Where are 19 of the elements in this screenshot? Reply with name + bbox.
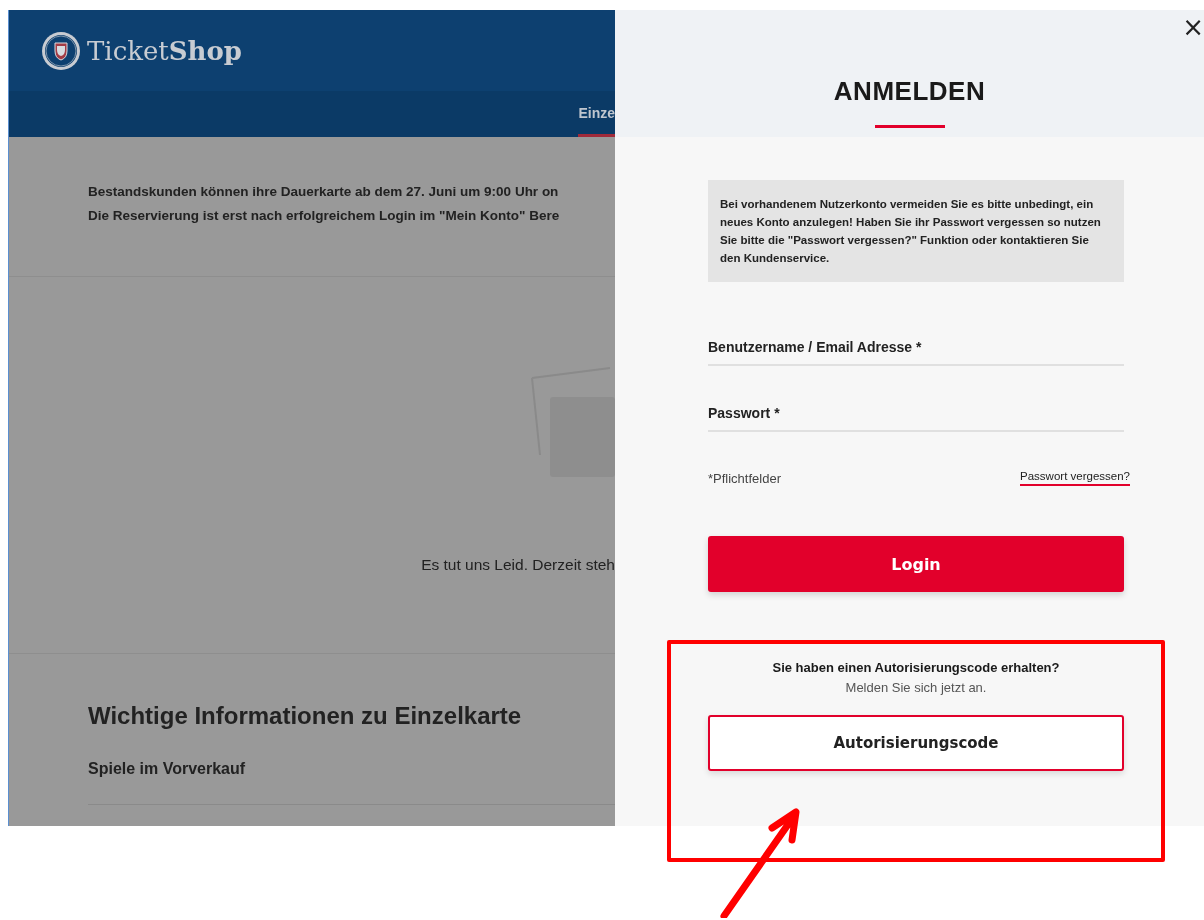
forgot-password-link[interactable]: Passwort vergessen? <box>1020 470 1130 486</box>
auth-code-button[interactable]: Autorisierungscode <box>708 715 1124 771</box>
input-field[interactable]: Benutzername / Email Adresse * <box>708 330 1124 366</box>
account-hint: Bei vorhandenem Nutzerkonto vermeiden Sie es bitte unbedingt, ein neues Konto anzulegen! Haben Sie ihr Passwort vergessen so nutzen Sie bitte die "Passwort vergessen?" Funktion oder kontaktieren Sie den Kundenservice. <box>708 180 1124 282</box>
required-note: *Pflichtfelder <box>708 470 781 486</box>
close-button[interactable]: × <box>1178 14 1204 40</box>
title-underline <box>874 125 945 128</box>
notice-text: Die Reservierung ist erst nach erfolgreichem Login im "Mein Konto" Bere <box>88 207 561 225</box>
ticketshop-logo[interactable]: TicketShop <box>87 35 242 66</box>
input-field[interactable]: Passwort * <box>708 396 1124 432</box>
notice-text: Bestandskunden können ihre Dauerkarte ab dem 27. Juni um 9:00 Uhr on <box>88 183 560 201</box>
club-crest-icon <box>41 30 81 71</box>
section-heading: Wichtige Informationen zu Einzelkarte <box>88 702 523 730</box>
panel-title: ANMELDEN <box>833 76 986 107</box>
section-subheading: Spiele im Vorverkauf <box>88 760 247 778</box>
login-button[interactable]: Login <box>708 536 1124 592</box>
no-tickets-message: Es tut uns Leid. Derzeit steh <box>421 556 615 574</box>
auth-code-question: Sie haben einen Autorisierungscode erhalten? <box>771 660 1061 675</box>
auth-code-subtext: Melden Sie sich jetzt an. <box>844 680 988 695</box>
